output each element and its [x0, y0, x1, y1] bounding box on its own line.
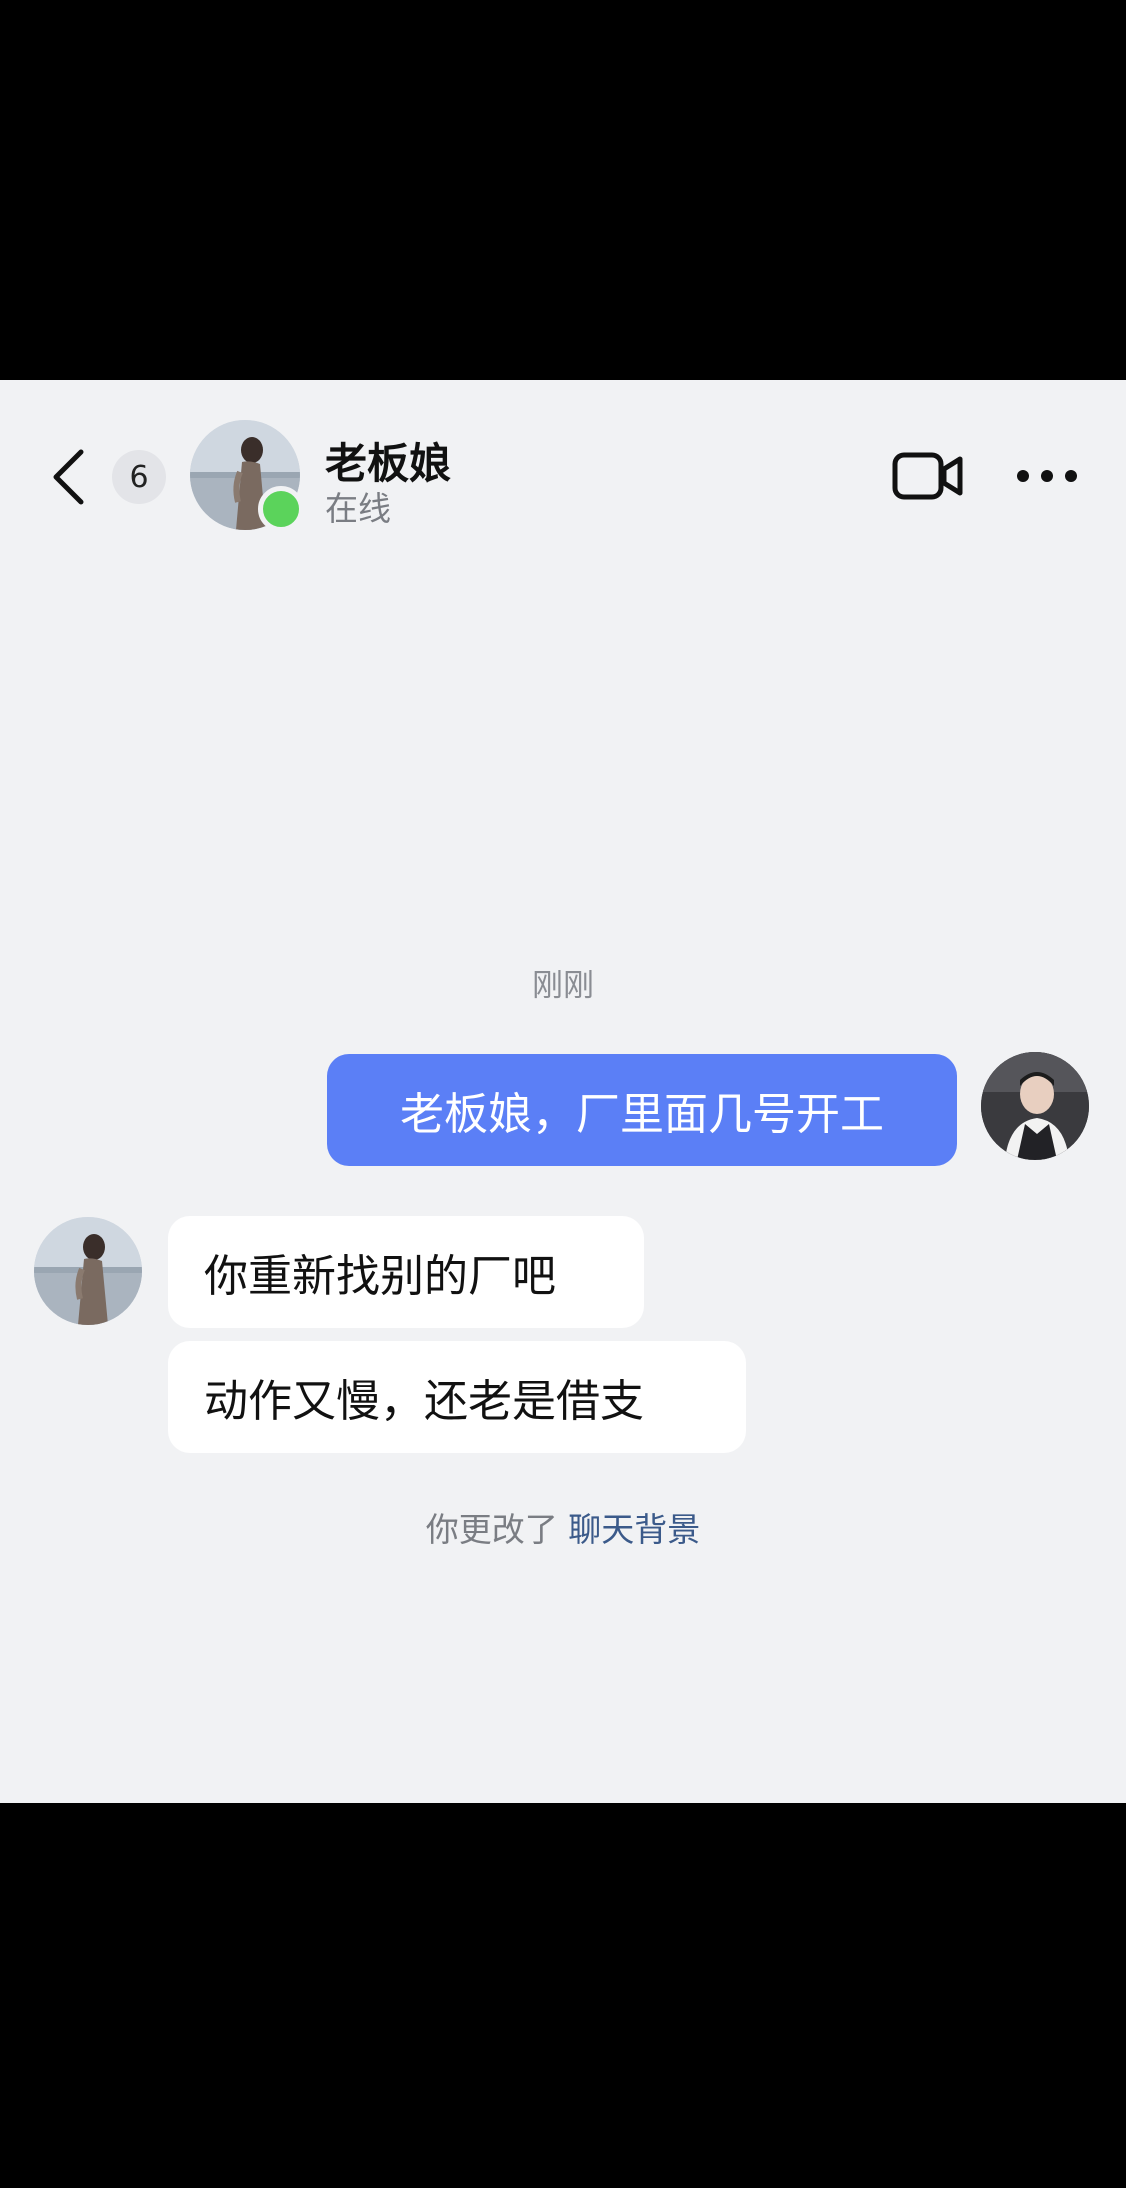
- more-dots-icon: [1017, 470, 1077, 482]
- chat-header: 6 老板娘 在线: [0, 380, 1126, 545]
- bottom-black-bar: [0, 1803, 1126, 2188]
- contact-message-avatar-image: [34, 1217, 142, 1325]
- chat-screen: 6 老板娘 在线 刚刚 老板娘，厂里面几号开工 你重新找别的厂吧 动作又慢，还老…: [0, 380, 1126, 1803]
- chevron-left-icon: [53, 449, 84, 505]
- my-avatar-image: [981, 1052, 1089, 1160]
- message-timestamp: 刚刚: [532, 968, 594, 1004]
- contact-status: 在线: [325, 489, 391, 528]
- unread-count-badge[interactable]: 6: [112, 450, 166, 504]
- received-message-bubble[interactable]: 动作又慢，还老是借支: [168, 1341, 746, 1453]
- sent-message-bubble[interactable]: 老板娘，厂里面几号开工: [327, 1054, 957, 1166]
- more-options-button[interactable]: [1012, 446, 1082, 506]
- system-notice-text: 你更改了: [425, 1510, 558, 1549]
- chat-background-link[interactable]: 聊天背景: [568, 1510, 700, 1549]
- top-black-bar: [0, 0, 1126, 380]
- back-button[interactable]: [46, 442, 90, 512]
- video-camera-icon: [892, 452, 963, 500]
- video-call-button[interactable]: [890, 446, 966, 506]
- contact-message-avatar[interactable]: [34, 1217, 142, 1325]
- system-notice: 你更改了 聊天背景: [0, 1503, 1126, 1551]
- received-message-bubble[interactable]: 你重新找别的厂吧: [168, 1216, 644, 1328]
- online-status-dot: [258, 486, 304, 532]
- my-avatar[interactable]: [981, 1052, 1089, 1160]
